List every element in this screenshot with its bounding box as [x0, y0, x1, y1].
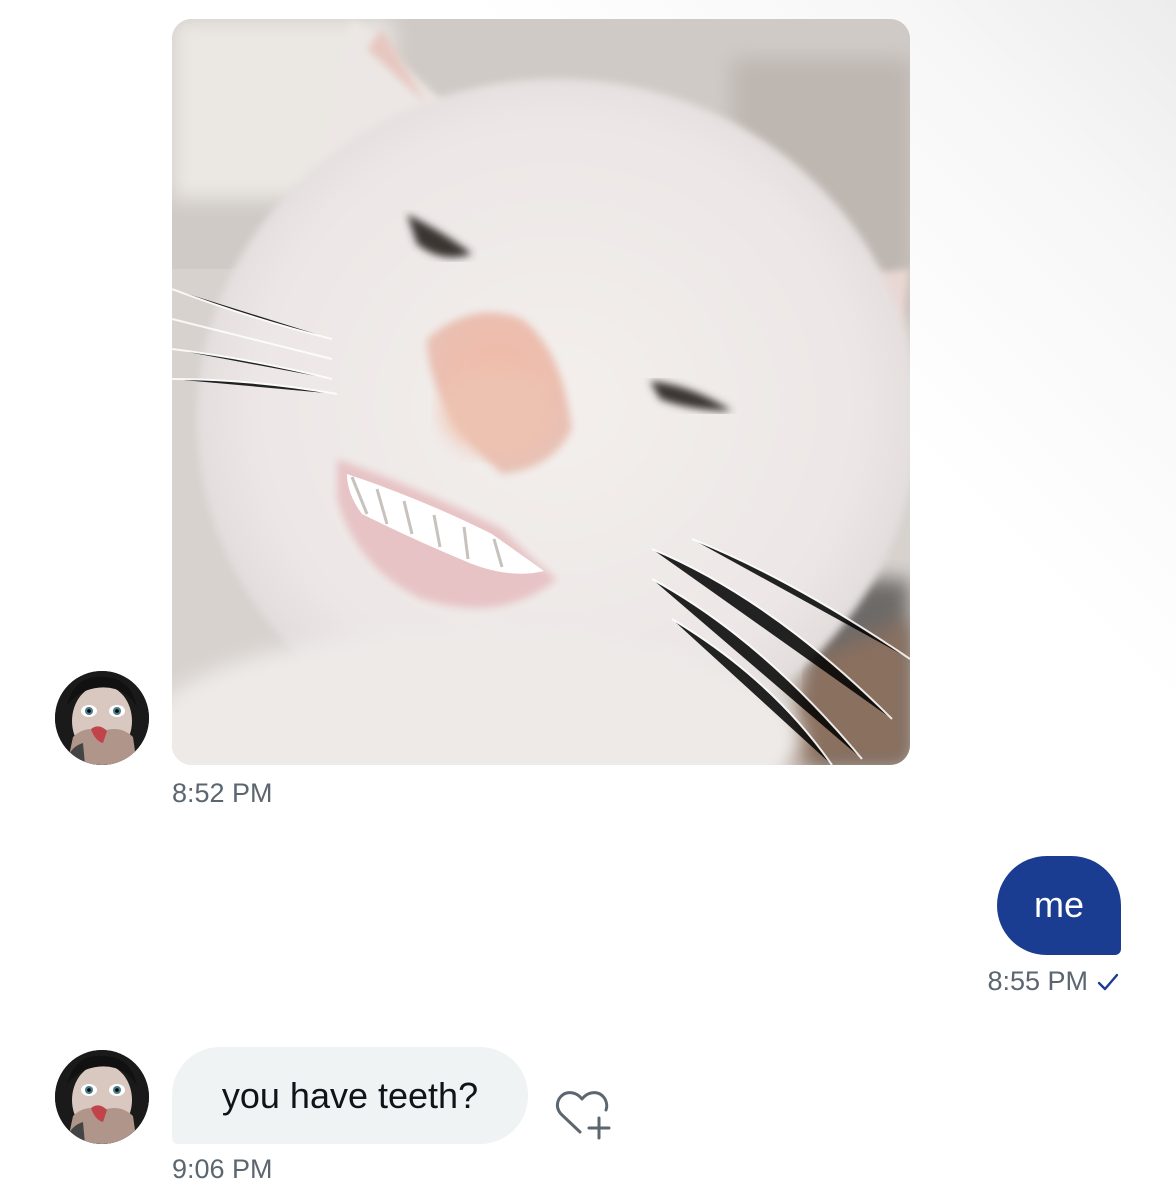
heart-plus-icon [555, 1091, 611, 1140]
sent-message-bubble[interactable]: me [997, 856, 1121, 955]
add-reaction-button[interactable] [553, 1084, 615, 1142]
sent-message-meta: 8:55 PM [987, 966, 1120, 997]
message-timestamp: 9:06 PM [172, 1154, 273, 1184]
received-message-bubble[interactable]: you have teeth? [172, 1047, 528, 1144]
sent-message-text: me [1033, 883, 1084, 925]
message-timestamp: 8:55 PM [987, 966, 1088, 996]
cat-photo-message[interactable] [172, 19, 910, 765]
smiling-cat-photo [172, 19, 910, 765]
sender-avatar[interactable] [55, 671, 149, 765]
received-message-text: you have teeth? [221, 1074, 479, 1116]
checkmark-icon [1096, 970, 1120, 994]
sender-avatar[interactable] [55, 1050, 149, 1144]
message-timestamp: 8:52 PM [172, 778, 273, 808]
